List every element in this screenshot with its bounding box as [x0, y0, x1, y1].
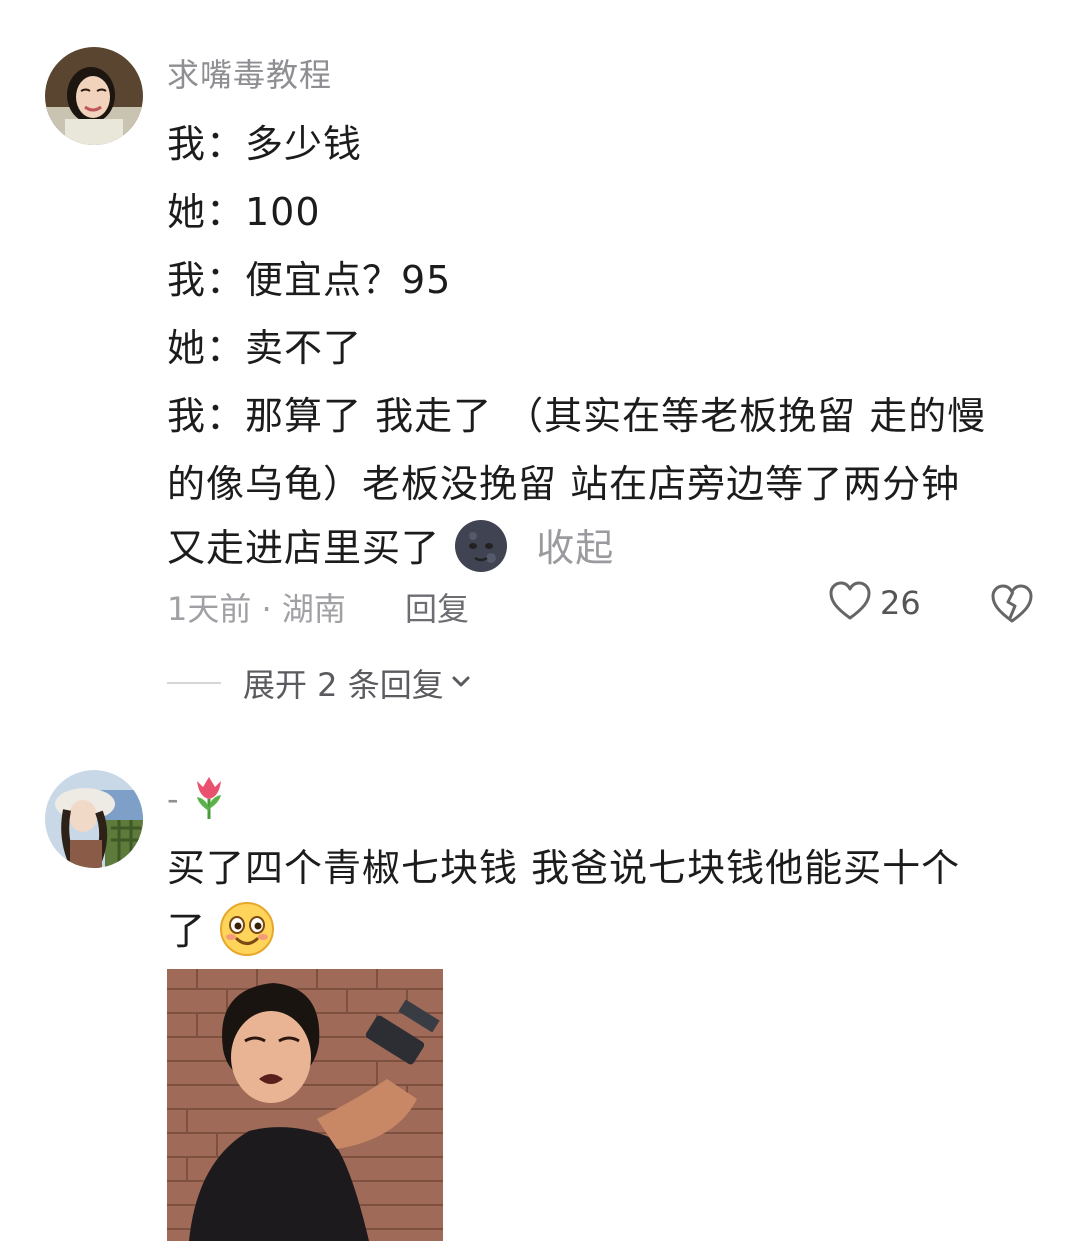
- username[interactable]: -: [167, 775, 227, 827]
- avatar[interactable]: [45, 47, 143, 145]
- avatar[interactable]: [45, 770, 143, 868]
- tulip-emoji: [191, 775, 227, 827]
- collapse-link[interactable]: 收起: [536, 526, 614, 570]
- like-button[interactable]: 26: [828, 580, 921, 626]
- like-count: 26: [880, 584, 921, 622]
- comment-image[interactable]: [167, 969, 443, 1241]
- comment-last-line: 了: [167, 900, 275, 966]
- comment-text-line: 的像乌龟）老板没挽留 站在店旁边等了两分钟: [167, 462, 961, 506]
- dislike-button[interactable]: [990, 583, 1034, 629]
- smiling-face-emoji: [219, 901, 275, 966]
- broken-heart-icon: [990, 584, 1034, 629]
- heart-icon: [828, 580, 872, 626]
- comment-last-line: 又走进店里买了 收起: [167, 517, 614, 583]
- expand-replies[interactable]: 展开 2 条回复: [167, 660, 472, 706]
- username[interactable]: 求嘴毒教程: [167, 50, 332, 96]
- comment-text-line: 我：那算了 我走了 （其实在等老板挽留 走的慢: [167, 394, 987, 438]
- comment-text-line: 我：多少钱: [167, 122, 363, 166]
- expand-replies-label: 展开 2 条回复: [243, 666, 444, 704]
- comment-text-line: 了: [167, 909, 207, 953]
- comment-text-line: 我：便宜点？95: [167, 258, 452, 302]
- divider: [167, 682, 221, 684]
- new-moon-face-emoji: [453, 518, 509, 583]
- comment-text-line: 她：100: [167, 190, 321, 234]
- chevron-down-icon: [450, 674, 472, 693]
- comment-text-line: 又走进店里买了: [167, 526, 441, 570]
- comment-meta: 1天前 · 湖南: [167, 590, 346, 628]
- reply-button[interactable]: 回复: [405, 584, 469, 630]
- comment-text-line: 买了四个青椒七块钱 我爸说七块钱他能买十个: [167, 846, 961, 890]
- username-text: -: [167, 780, 180, 818]
- comment-text-line: 她：卖不了: [167, 326, 363, 370]
